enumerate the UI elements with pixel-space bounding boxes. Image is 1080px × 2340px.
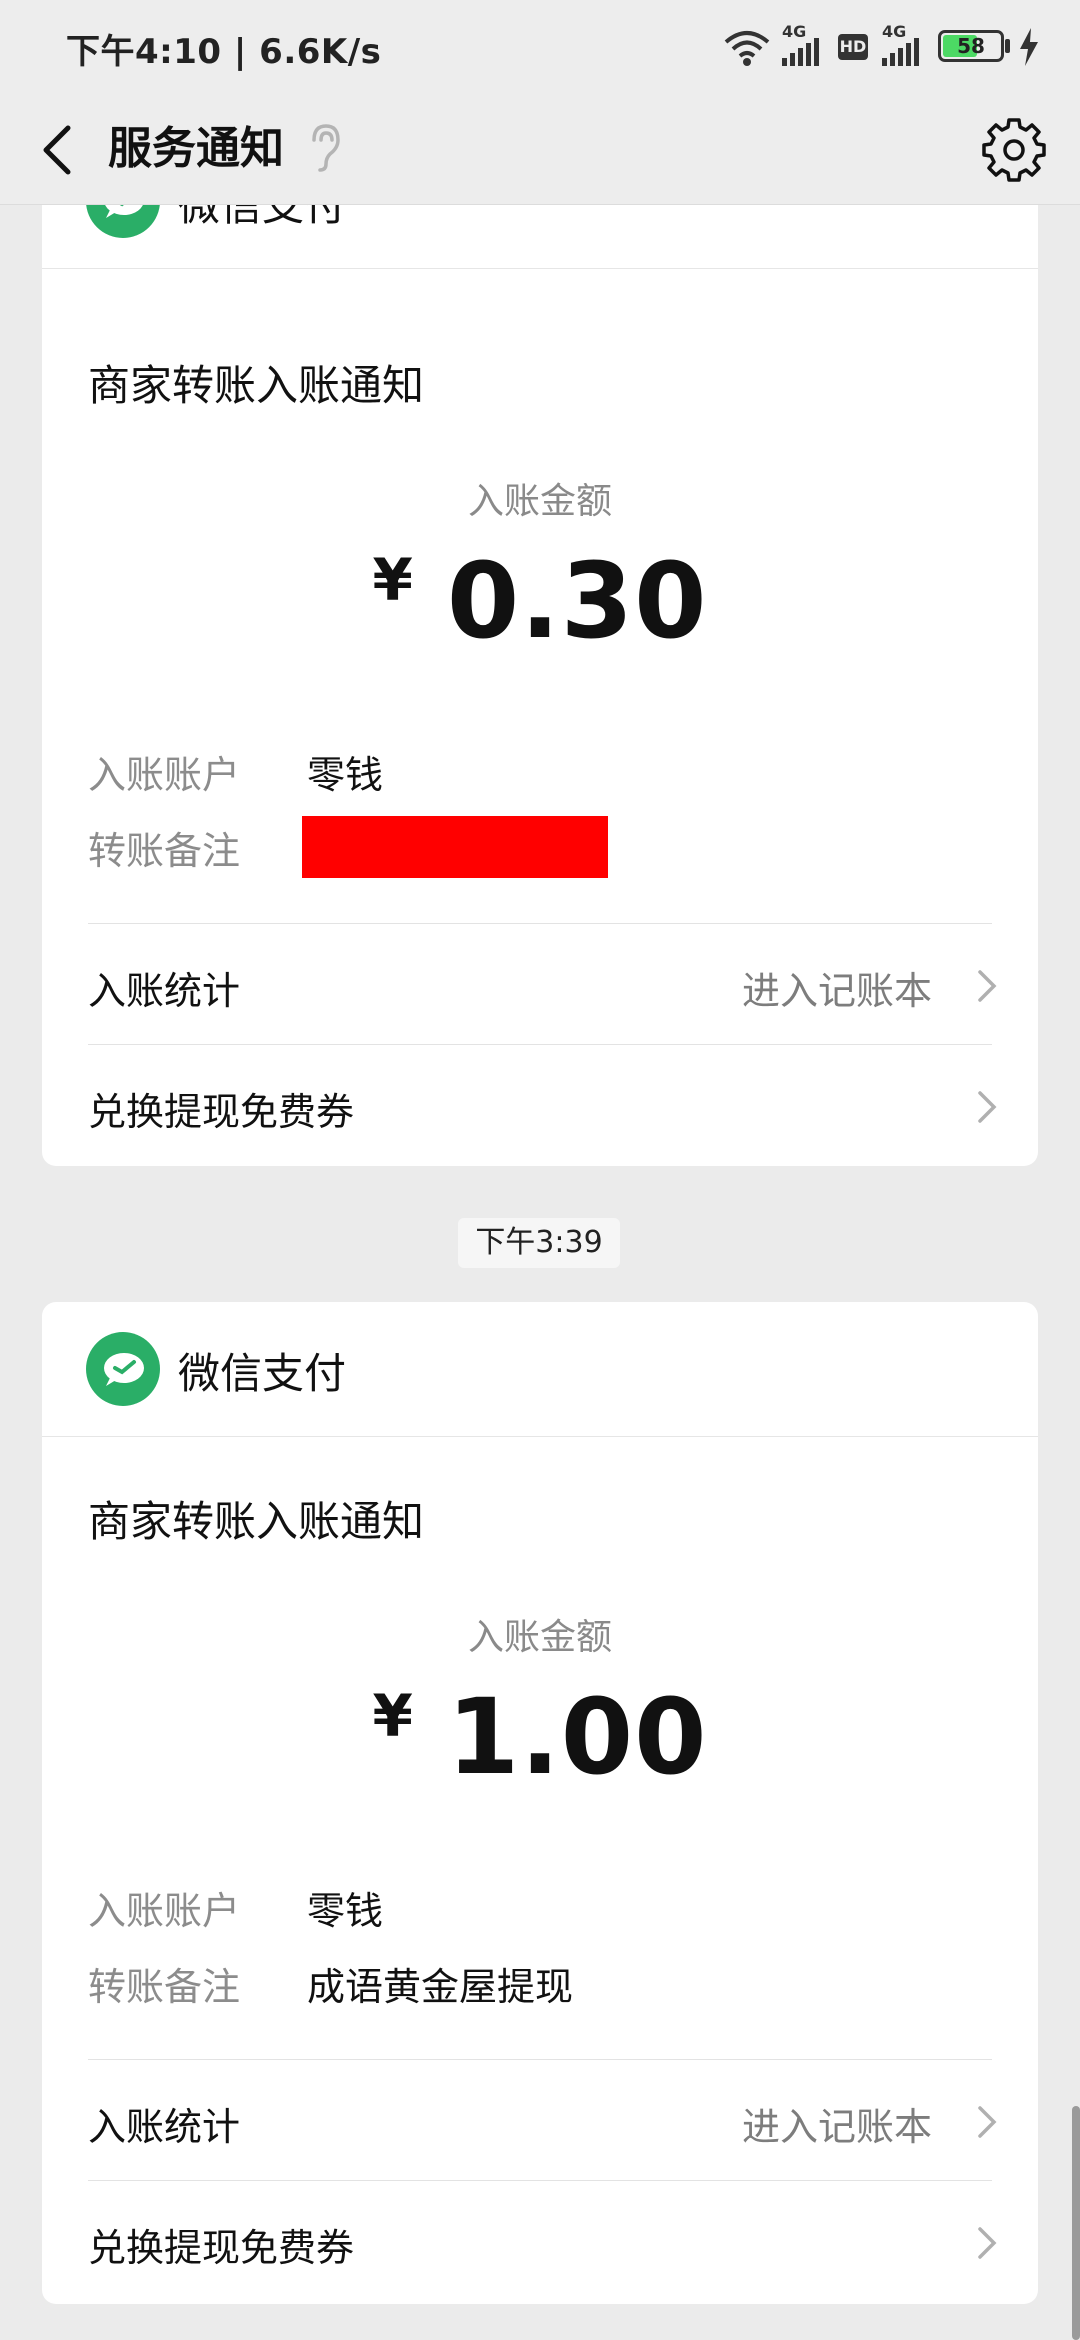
note-label: 转账备注 [88, 1965, 241, 2009]
wifi-icon [724, 31, 770, 66]
ledger-link[interactable]: 进入记账本 [742, 2096, 932, 2151]
back-arrow-icon[interactable] [28, 114, 100, 186]
redacted-note [302, 816, 608, 878]
card-header: 微信支付 [42, 1302, 1038, 1437]
currency-symbol: ¥ [372, 1682, 413, 1750]
notification-card[interactable]: 微信支付 商家转账入账通知 入账金额 ¥0.30 入账账户 零钱 转账备注 入账… [42, 204, 1038, 1166]
ear-icon [312, 124, 340, 172]
charging-icon [1020, 28, 1038, 66]
signal-icon-1 [782, 38, 819, 66]
account-label: 入账账户 [88, 1889, 241, 1933]
chevron-right-icon [978, 2227, 997, 2259]
status-icons: 4G HD 4G 58 [722, 22, 1052, 74]
amount-row: ¥0.30 [42, 540, 1038, 662]
chevron-right-icon [978, 1091, 997, 1123]
coupon-row[interactable]: 兑换提现免费券 [42, 2181, 1038, 2301]
message-list[interactable]: 微信支付 商家转账入账通知 入账金额 ¥0.30 入账账户 零钱 转账备注 入账… [0, 204, 1080, 2340]
sender-name: 微信支付 [178, 204, 347, 230]
notification-card[interactable]: 微信支付 商家转账入账通知 入账金额 ¥1.00 入账账户 零钱 转账备注 成语… [42, 1302, 1038, 2304]
message-timestamp: 下午3:39 [458, 1218, 620, 1268]
account-value: 零钱 [307, 753, 384, 797]
stats-label: 入账统计 [88, 2105, 241, 2149]
wechat-pay-logo-icon [86, 1332, 160, 1406]
coupon-label: 兑换提现免费券 [88, 1090, 355, 1134]
card-title: 商家转账入账通知 [88, 361, 425, 410]
chevron-right-icon [978, 2106, 997, 2138]
chevron-right-icon [978, 970, 997, 1002]
hd-badge: HD [838, 34, 868, 60]
stats-label: 入账统计 [88, 969, 241, 1013]
wechat-pay-logo-icon [86, 204, 160, 238]
battery-icon: 58 [938, 30, 1004, 62]
amount-row: ¥1.00 [42, 1676, 1038, 1798]
note-label: 转账备注 [88, 829, 241, 873]
ledger-link[interactable]: 进入记账本 [742, 960, 932, 1015]
note-value: 成语黄金屋提现 [307, 1965, 574, 2009]
sender-name: 微信支付 [178, 1349, 347, 1398]
currency-symbol: ¥ [372, 546, 413, 614]
status-bar: 下午4:10 | 6.6K/s 4G HD 4G 58 [0, 0, 1080, 96]
amount-value: 1.00 [446, 1676, 708, 1798]
battery-cap [1005, 39, 1010, 53]
status-time: 下午4:10 | 6.6K/s [66, 32, 382, 72]
account-value: 零钱 [307, 1889, 384, 1933]
amount-label: 入账金额 [467, 481, 612, 522]
nav-header: 服务通知 [0, 96, 1080, 205]
battery-level: 58 [957, 34, 985, 58]
coupon-label: 兑换提现免费券 [88, 2226, 355, 2270]
coupon-row[interactable]: 兑换提现免费券 [42, 1045, 1038, 1165]
stats-row[interactable]: 入账统计 进入记账本 [42, 2060, 1038, 2180]
card-header: 微信支付 [42, 204, 1038, 269]
account-label: 入账账户 [88, 753, 241, 797]
signal-icon-2 [882, 38, 919, 66]
gear-icon[interactable] [974, 110, 1054, 190]
scrollbar-thumb[interactable] [1072, 2106, 1080, 2340]
page-title: 服务通知 [108, 123, 284, 174]
card-title: 商家转账入账通知 [88, 1497, 425, 1546]
amount-label: 入账金额 [467, 1617, 612, 1658]
stats-row[interactable]: 入账统计 进入记账本 [42, 924, 1038, 1044]
amount-value: 0.30 [446, 540, 708, 662]
